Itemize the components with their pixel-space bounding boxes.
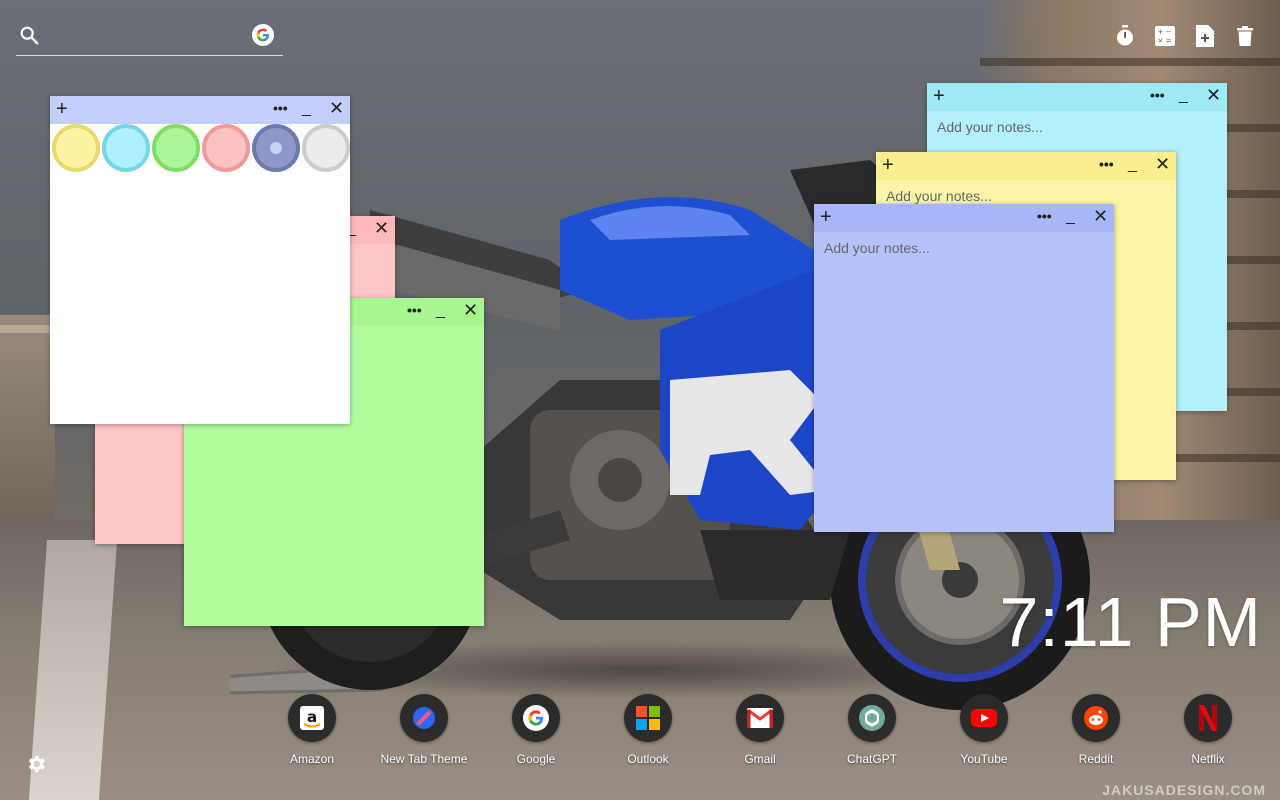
wallpaper-watermark: JAKUSADESIGN.COM	[1102, 782, 1266, 798]
add-note-button[interactable]: +	[882, 154, 894, 176]
dock-item-gmail[interactable]: Gmail	[704, 694, 816, 766]
dock-item-google[interactable]: Google	[480, 694, 592, 766]
app-dock: a Amazon New Tab Theme Google Outlook Gm…	[256, 694, 1264, 766]
dock-label: Google	[516, 752, 556, 766]
dock-item-youtube[interactable]: YouTube	[928, 694, 1040, 766]
google-icon	[512, 694, 560, 742]
sticky-note-blue[interactable]: + ••• _ ✕	[814, 204, 1114, 532]
more-options-button[interactable]: •••	[1099, 156, 1114, 172]
dock-item-amazon[interactable]: a Amazon	[256, 694, 368, 766]
add-note-button[interactable]: +	[820, 206, 832, 228]
minimize-button[interactable]: _	[302, 100, 311, 118]
svg-text:× =: × =	[1158, 37, 1172, 45]
netflix-icon	[1184, 694, 1232, 742]
svg-text:a: a	[307, 708, 317, 726]
dock-item-chatgpt[interactable]: ChatGPT	[816, 694, 928, 766]
close-button[interactable]: ✕	[1155, 154, 1170, 175]
dock-label: Netflix	[1191, 752, 1225, 766]
color-swatch-cyan[interactable]	[102, 124, 150, 172]
more-options-button[interactable]: •••	[1037, 208, 1052, 224]
search-icon[interactable]	[18, 24, 40, 46]
dock-item-new-tab-theme[interactable]: New Tab Theme	[368, 694, 480, 766]
outlook-icon	[624, 694, 672, 742]
gmail-icon	[736, 694, 784, 742]
close-button[interactable]: ✕	[1206, 85, 1221, 106]
close-button[interactable]: ✕	[374, 218, 389, 239]
dock-item-netflix[interactable]: Netflix	[1152, 694, 1264, 766]
more-options-button[interactable]: •••	[1150, 87, 1165, 103]
new-tab-theme-icon	[400, 694, 448, 742]
add-note-button[interactable]: +	[56, 98, 68, 120]
dock-label: Amazon	[289, 752, 335, 766]
minimize-button[interactable]: _	[1066, 208, 1075, 226]
close-button[interactable]: ✕	[329, 98, 344, 119]
trash-icon[interactable]	[1234, 24, 1256, 48]
search-bar	[16, 20, 283, 56]
svg-text:+ −: + −	[1158, 28, 1172, 36]
clock: 7:11 PM	[999, 583, 1262, 661]
google-g-icon[interactable]	[252, 24, 274, 46]
minimize-button[interactable]: _	[436, 302, 445, 320]
top-toolbar: + − × =	[1114, 24, 1256, 48]
note-text-input[interactable]	[824, 240, 1108, 526]
youtube-icon	[960, 694, 1008, 742]
close-button[interactable]: ✕	[463, 300, 478, 321]
stopwatch-icon[interactable]	[1114, 24, 1136, 48]
color-palette	[52, 124, 350, 172]
minimize-button[interactable]: _	[1128, 156, 1137, 174]
dock-item-reddit[interactable]: Reddit	[1040, 694, 1152, 766]
color-swatch-white[interactable]	[302, 124, 350, 172]
more-options-button[interactable]: •••	[407, 302, 422, 318]
color-swatch-pink[interactable]	[202, 124, 250, 172]
search-input[interactable]	[50, 24, 246, 48]
color-swatch-green[interactable]	[152, 124, 200, 172]
chatgpt-icon	[848, 694, 896, 742]
minimize-button[interactable]: _	[1179, 87, 1188, 105]
dock-label: Reddit	[1078, 752, 1114, 766]
amazon-icon: a	[288, 694, 336, 742]
sticky-note-white[interactable]: + ••• _ ✕	[50, 96, 350, 424]
calculator-icon[interactable]: + − × =	[1154, 24, 1176, 48]
wallpaper-railing	[0, 315, 55, 535]
more-options-button[interactable]: •••	[273, 100, 288, 116]
dock-label: Gmail	[744, 752, 776, 766]
close-button[interactable]: ✕	[1093, 206, 1108, 227]
dock-label: New Tab Theme	[380, 752, 468, 766]
dock-label: YouTube	[960, 752, 1008, 766]
gear-icon[interactable]	[25, 753, 47, 775]
dock-item-outlook[interactable]: Outlook	[592, 694, 704, 766]
color-swatch-blue[interactable]	[252, 124, 300, 172]
dock-label: Outlook	[627, 752, 669, 766]
color-swatch-yellow[interactable]	[52, 124, 100, 172]
add-note-button[interactable]: +	[933, 85, 945, 107]
dock-label: ChatGPT	[846, 752, 897, 766]
note-add-icon[interactable]	[1194, 24, 1216, 48]
reddit-icon	[1072, 694, 1120, 742]
